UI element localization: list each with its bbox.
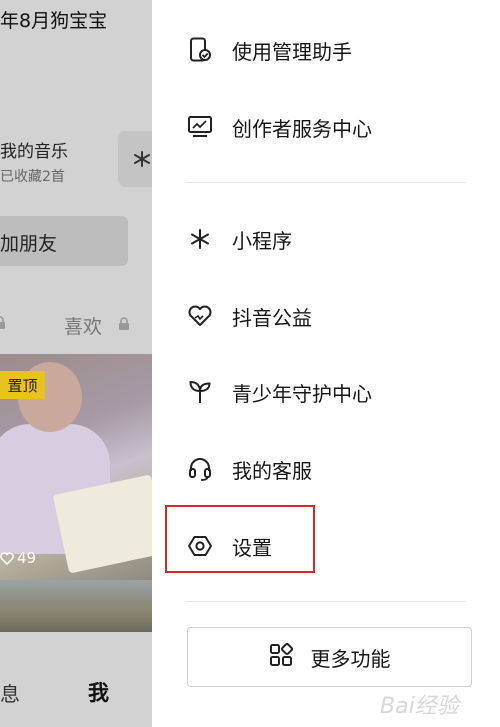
phone-check-icon [186, 36, 214, 64]
my-music-subtitle: 已收藏2首 [0, 169, 65, 185]
menu-item-creator-center[interactable]: 创作者服务中心 [186, 107, 372, 147]
nav-messages: 息 [0, 682, 20, 706]
menu-item-label: 我的客服 [232, 458, 312, 483]
lock-icon [119, 317, 129, 330]
video-thumbnail-2 [0, 580, 152, 632]
headset-icon [186, 455, 214, 483]
side-drawer: 使用管理助手 创作者服务中心 小程序 抖音公益 青少年守护中心 我的客服 设置 [152, 0, 500, 727]
menu-item-label: 创作者服务中心 [232, 116, 372, 141]
more-features-button[interactable]: 更多功能 [187, 627, 472, 687]
menu-divider [186, 601, 466, 602]
tab-likes: 喜欢 [64, 316, 103, 338]
menu-item-label: 小程序 [232, 228, 292, 253]
add-friend-label: 加朋友 [0, 233, 58, 255]
like-count: 49 [0, 549, 36, 567]
menu-item-charity[interactable]: 抖音公益 [186, 296, 312, 336]
settings-highlight-box [165, 505, 315, 573]
add-friend-button: 加朋友 [0, 216, 128, 266]
mini-program-icon [186, 225, 214, 253]
my-music-title: 我的音乐 [0, 142, 68, 162]
heart-icon [0, 551, 14, 565]
music-mini-program-button [118, 131, 152, 187]
menu-item-mini-program[interactable]: 小程序 [186, 219, 292, 259]
heart-charity-icon [186, 302, 214, 330]
menu-item-usage-assistant[interactable]: 使用管理助手 [186, 30, 352, 70]
like-count-value: 49 [17, 549, 37, 567]
menu-item-youth-protection[interactable]: 青少年守护中心 [186, 372, 372, 412]
sprout-icon [186, 378, 214, 406]
menu-divider [186, 182, 466, 183]
menu-item-label: 青少年守护中心 [232, 381, 372, 406]
menu-item-label: 抖音公益 [232, 305, 312, 330]
profile-page-background: 年8月狗宝宝 我的音乐 已收藏2首 加朋友 喜欢 置顶 49 息 我 [0, 0, 152, 727]
grid-icon [269, 642, 293, 671]
menu-item-customer-service[interactable]: 我的客服 [186, 449, 312, 489]
menu-item-label: 使用管理助手 [232, 39, 352, 64]
more-features-label: 更多功能 [310, 646, 391, 671]
nav-me: 我 [88, 681, 109, 705]
monitor-chart-icon [186, 113, 214, 141]
baidu-jingyan-watermark: Bai经验 [380, 694, 459, 719]
pinned-badge: 置顶 [0, 371, 45, 399]
profile-title: 年8月狗宝宝 [0, 10, 108, 32]
mini-program-icon [134, 151, 150, 167]
lock-icon [0, 316, 5, 329]
